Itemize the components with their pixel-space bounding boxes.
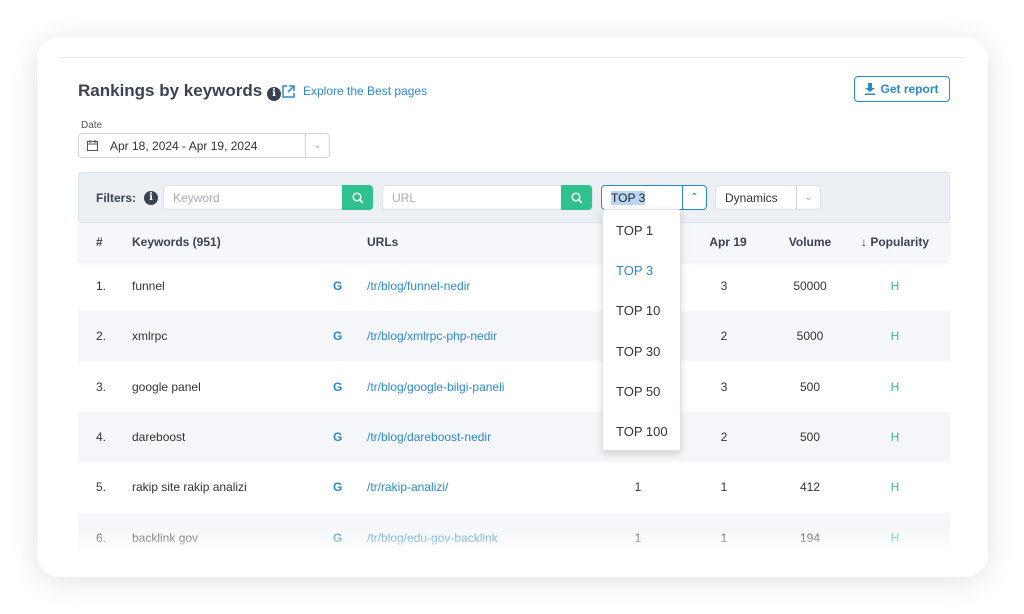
filters-bar: Filters: i Keyword URL TOP 3 ⌃ Dynamics ⌄ — [78, 172, 950, 223]
google-icon: G — [333, 329, 343, 344]
google-icon: G — [333, 429, 343, 444]
url-link[interactable]: /tr/blog/funnel-nedir — [367, 261, 470, 311]
keyword: funnel — [132, 279, 165, 293]
position-apr19: 3 — [720, 279, 728, 293]
top-option[interactable]: TOP 30 — [603, 331, 680, 371]
table-row: 1. funnel G /tr/blog/funnel-nedir 3 5000… — [78, 261, 950, 311]
position-apr18: 1 — [634, 480, 642, 495]
top-option[interactable]: TOP 1 — [603, 210, 680, 250]
search-icon — [351, 191, 364, 204]
search-icon — [570, 191, 583, 204]
date-label: Date — [81, 120, 103, 131]
column-popularity[interactable]: ↓ Popularity — [850, 223, 940, 261]
volume: 5000 — [796, 329, 824, 344]
rankings-card: Rankings by keywords i Explore the Best … — [37, 37, 988, 577]
top-select[interactable]: TOP 3 ⌃ — [601, 185, 707, 210]
get-report-button[interactable]: Get report — [854, 76, 950, 102]
fade-overlay — [60, 525, 964, 555]
top-option[interactable]: TOP 100 — [603, 411, 680, 451]
column-volume[interactable]: Volume — [780, 223, 840, 261]
table-row: 5. rakip site rakip analizi G /tr/rakip-… — [78, 462, 950, 512]
table-row: 3. google panel G /tr/blog/google-bilgi-… — [78, 362, 950, 412]
chevron-up-icon[interactable]: ⌃ — [682, 186, 706, 209]
top-option[interactable]: TOP 3 — [603, 250, 680, 290]
row-number: 1. — [96, 279, 107, 293]
popularity: H — [890, 279, 900, 293]
volume: 50000 — [793, 279, 827, 293]
chevron-down-icon[interactable]: ⌄ — [305, 134, 329, 157]
google-icon: G — [333, 379, 343, 394]
page-title: Rankings by keywords i — [78, 81, 281, 101]
column-urls: URLs — [367, 235, 399, 249]
position-apr19: 3 — [720, 379, 728, 394]
download-icon — [865, 83, 876, 95]
row-number: 2. — [96, 329, 107, 344]
row-number: 5. — [96, 480, 107, 495]
position-apr19: 1 — [720, 480, 728, 495]
popularity: H — [890, 429, 900, 444]
filters-label: Filters: — [96, 191, 137, 205]
keyword: rakip site rakip analizi — [132, 480, 247, 495]
top-option[interactable]: TOP 10 — [603, 291, 680, 331]
volume: 500 — [799, 429, 821, 444]
keyword: xmlrpc — [132, 329, 168, 344]
popularity: H — [890, 379, 900, 394]
top-option[interactable]: TOP 50 — [603, 371, 680, 411]
calendar-icon — [87, 140, 98, 151]
volume: 412 — [799, 480, 821, 495]
position-apr19: 2 — [720, 429, 728, 444]
position-apr19: 2 — [720, 329, 728, 344]
url-search-button[interactable] — [561, 185, 592, 210]
row-number: 3. — [96, 379, 107, 394]
chevron-down-icon[interactable]: ⌄ — [796, 186, 820, 209]
date-range-select[interactable]: Apr 18, 2024 - Apr 19, 2024 ⌄ — [78, 133, 330, 158]
google-icon: G — [333, 480, 343, 495]
url-link[interactable]: /tr/blog/xmlrpc-php-nedir — [367, 311, 497, 361]
volume: 500 — [799, 379, 821, 394]
explore-best-pages-link[interactable]: Explore the Best pages — [282, 84, 427, 98]
url-link[interactable]: /tr/rakip-analizi/ — [367, 462, 448, 512]
keyword-search-button[interactable] — [342, 185, 373, 210]
column-apr19[interactable]: Apr 19 — [698, 223, 758, 261]
column-keywords[interactable]: Keywords (951) — [132, 223, 221, 261]
url-link[interactable]: /tr/blog/google-bilgi-paneli — [367, 362, 504, 412]
google-icon: G — [333, 279, 343, 293]
popularity: H — [890, 480, 900, 495]
external-link-icon — [282, 84, 295, 98]
keyword: google panel — [132, 379, 201, 394]
keyword: dareboost — [132, 429, 186, 444]
dynamics-select[interactable]: Dynamics ⌄ — [715, 185, 821, 210]
url-input[interactable]: URL — [382, 185, 593, 210]
info-icon[interactable]: i — [266, 87, 281, 101]
keyword-input[interactable]: Keyword — [163, 185, 374, 210]
table-row: 4. dareboost G /tr/blog/dareboost-nedir … — [78, 411, 950, 462]
popularity: H — [890, 329, 900, 344]
table-header: # Keywords (951) URLs Apr 19 Volume ↓ Po… — [78, 223, 950, 261]
table-row: 2. xmlrpc G /tr/blog/xmlrpc-php-nedir 2 … — [78, 311, 950, 362]
top-dropdown-menu: TOP 1 TOP 3 TOP 10 TOP 30 TOP 50 TOP 100 — [602, 209, 681, 451]
info-icon[interactable]: i — [144, 191, 159, 205]
url-link[interactable]: /tr/blog/dareboost-nedir — [367, 412, 491, 462]
row-number: 4. — [96, 429, 107, 444]
